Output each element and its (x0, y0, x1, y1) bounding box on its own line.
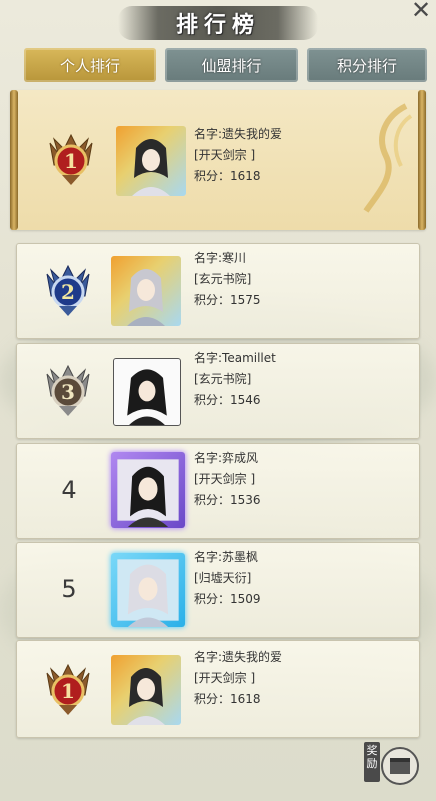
ranking-list[interactable]: 1 名字:遗失我的爱 [开天剑宗 ] 积分：1618 2 名字:寒川 [玄元书院… (10, 90, 426, 638)
gold-medal-icon: 1 (49, 133, 93, 185)
player-sect: [开天剑宗 ] (194, 472, 256, 486)
page-title: 排行榜 (175, 13, 260, 38)
player-score: 积分：1575 (194, 293, 261, 307)
rank-number: 5 (61, 575, 77, 603)
player-sect: [玄元书院] (194, 272, 252, 286)
character-portrait-icon (127, 269, 165, 326)
rank-number: 1 (61, 679, 75, 703)
title-banner: 排行榜 (118, 6, 318, 40)
player-sect: [玄元书院] (194, 372, 252, 386)
player-info: 名字:寒川 [玄元书院] 积分：1575 (194, 248, 261, 311)
player-name: 名字:遗失我的爱 (194, 127, 283, 141)
player-score: 积分：1536 (194, 493, 261, 507)
player-info: 名字:遗失我的爱 [开天剑宗 ] 积分：1618 (194, 124, 282, 187)
player-score: 积分：1618 (194, 692, 261, 706)
reward-button[interactable]: 奖励 (362, 740, 420, 788)
tab-points-ranking[interactable]: 积分排行 (307, 48, 427, 82)
ranking-row-4[interactable]: 4 名字:弈成风 [开天剑宗 ] 积分：1536 (16, 443, 420, 539)
rank-number: 4 (61, 476, 77, 504)
avatar[interactable] (111, 655, 181, 725)
character-portrait-icon (117, 459, 179, 527)
player-score: 积分：1509 (194, 592, 261, 606)
avatar[interactable] (111, 256, 181, 326)
phoenix-ornament-icon (363, 103, 413, 213)
reward-label: 奖励 (366, 744, 378, 770)
ranking-row-1[interactable]: 1 名字:遗失我的爱 [开天剑宗 ] 积分：1618 (10, 90, 426, 230)
rank-number: 3 (61, 380, 75, 404)
my-ranking-row[interactable]: 1 名字:遗失我的爱 [开天剑宗 ] 积分：1618 (16, 640, 420, 738)
player-sect: [归墟天衍] (194, 571, 252, 585)
player-name: 名字:遗失我的爱 (194, 650, 283, 664)
ranking-row-3[interactable]: 3 名字:Teamillet [玄元书院] 积分：1546 (16, 343, 420, 439)
scroll-rod-right (418, 90, 426, 230)
player-score: 积分：1546 (194, 393, 261, 407)
player-info: 名字:苏墨枫 [归墟天衍] 积分：1509 (194, 547, 261, 610)
player-info: 名字:弈成风 [开天剑宗 ] 积分：1536 (194, 448, 261, 511)
scroll-rod-left (10, 90, 18, 230)
player-name: 名字:苏墨枫 (194, 550, 259, 564)
character-portrait-icon (117, 559, 179, 627)
player-score: 积分：1618 (194, 169, 261, 183)
tab-label: 个人排行 (59, 56, 120, 75)
character-portrait-icon (132, 139, 170, 196)
player-sect: [开天剑宗 ] (194, 148, 256, 162)
avatar[interactable] (116, 126, 186, 196)
gold-medal-icon: 1 (46, 663, 90, 715)
tab-personal-ranking[interactable]: 个人排行 (24, 48, 156, 82)
player-name: 名字:Teamillet (194, 351, 276, 365)
player-info: 名字:遗失我的爱 [开天剑宗 ] 积分：1618 (194, 647, 282, 710)
rank-number: 1 (64, 149, 78, 173)
silver-medal-icon: 3 (46, 364, 90, 416)
tab-alliance-ranking[interactable]: 仙盟排行 (165, 48, 298, 82)
tab-label: 仙盟排行 (201, 56, 262, 75)
ranking-row-2[interactable]: 2 名字:寒川 [玄元书院] 积分：1575 (16, 243, 420, 339)
blue-medal-icon: 2 (46, 264, 90, 316)
tab-label: 积分排行 (336, 56, 397, 75)
ranking-row-5[interactable]: 5 名字:苏墨枫 [归墟天衍] 积分：1509 (16, 542, 420, 638)
character-portrait-icon (127, 369, 167, 425)
player-name: 名字:弈成风 (194, 451, 259, 465)
character-portrait-icon (127, 668, 165, 725)
player-name: 名字:寒川 (194, 251, 247, 265)
avatar[interactable] (111, 452, 185, 528)
player-sect: [开天剑宗 ] (194, 671, 256, 685)
close-icon[interactable]: ✕ (410, 0, 432, 22)
avatar[interactable] (111, 553, 185, 627)
player-info: 名字:Teamillet [玄元书院] 积分：1546 (194, 348, 276, 411)
rank-number: 2 (61, 280, 75, 304)
avatar[interactable] (113, 358, 181, 426)
